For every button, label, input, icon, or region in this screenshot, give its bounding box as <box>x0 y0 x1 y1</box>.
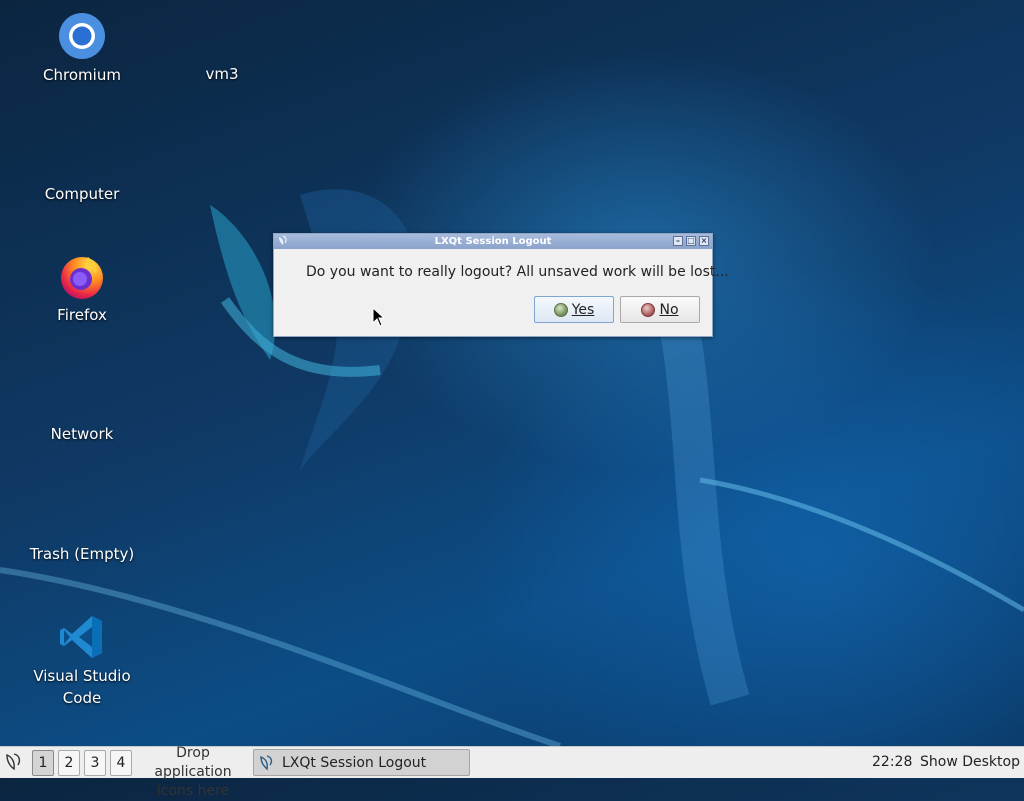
workspace-4-button[interactable]: 4 <box>110 750 132 776</box>
dialog-title: LXQt Session Logout <box>434 236 552 247</box>
yes-label: Yes <box>571 301 595 318</box>
lxqt-logo-icon <box>260 754 273 770</box>
dialog-titlebar[interactable]: LXQt Session Logout – □ × <box>274 234 712 249</box>
yes-icon <box>553 302 568 317</box>
workspace-1-button[interactable]: 1 <box>32 750 54 776</box>
main-menu-icon[interactable] <box>3 751 25 773</box>
yes-button[interactable]: Yes <box>534 296 614 323</box>
workspace-2-button[interactable]: 2 <box>58 750 80 776</box>
desktop-icon-network[interactable]: Network <box>17 423 147 445</box>
dialog-message: Do you want to really logout? All unsave… <box>306 264 729 280</box>
desktop-icon-label: Firefox <box>57 306 107 324</box>
desktop-icon-label: Computer <box>44 185 120 203</box>
task-label: LXQt Session Logout <box>282 754 427 771</box>
desktop-icon-label: Visual Studio Code <box>33 667 131 707</box>
no-icon <box>641 302 656 317</box>
clock[interactable]: 22:28 <box>872 754 912 770</box>
lxqt-logo-icon <box>279 235 287 245</box>
desktop-icon-trash[interactable]: Trash (Empty) <box>17 543 147 565</box>
wallpaper <box>0 189 1024 746</box>
taskbar: 1 2 3 4 Drop application icons here LXQt… <box>0 745 1024 799</box>
firefox-icon <box>61 257 103 299</box>
minimize-button[interactable]: – <box>673 236 683 246</box>
quicklaunch-area: Drop application icons here <box>154 745 232 799</box>
desktop-icon-vscode[interactable]: Visual Studio Code <box>17 613 147 709</box>
desktop-icon-label: Network <box>50 425 114 443</box>
close-icon: × <box>700 236 708 245</box>
show-desktop-button[interactable]: Show Desktop <box>920 754 1020 770</box>
logout-dialog: LXQt Session Logout – □ × Do you want to… <box>273 233 729 337</box>
desktop-icon-label: Trash (Empty) <box>29 545 135 563</box>
desktop-icon-firefox[interactable]: Firefox <box>17 252 147 326</box>
no-label: No <box>659 301 679 318</box>
taskbar-task-logout[interactable]: LXQt Session Logout <box>253 749 470 776</box>
mouse-cursor-icon <box>372 307 384 327</box>
maximize-icon: □ <box>687 236 695 245</box>
desktop-icon-chromium[interactable]: Chromium <box>17 12 147 86</box>
desktop-icon-label: Chromium <box>43 66 121 84</box>
maximize-button[interactable]: □ <box>686 236 696 246</box>
no-button[interactable]: No <box>620 296 700 323</box>
desktop-icon-label: vm3 <box>205 65 239 83</box>
vscode-icon <box>60 616 102 658</box>
workspace-3-button[interactable]: 3 <box>84 750 106 776</box>
desktop-icon-vm3[interactable]: vm3 <box>157 63 287 85</box>
minimize-icon: – <box>676 236 680 245</box>
chromium-icon <box>59 13 105 59</box>
close-button[interactable]: × <box>699 236 709 246</box>
desktop-icon-computer[interactable]: Computer <box>17 183 147 205</box>
